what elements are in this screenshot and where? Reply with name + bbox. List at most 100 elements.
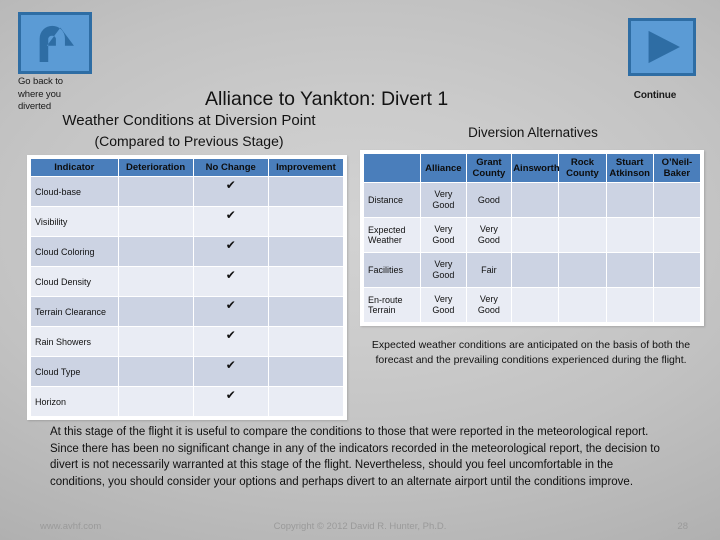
row-label: Horizon xyxy=(31,387,118,416)
page-title: Alliance to Yankton: Divert 1 xyxy=(205,88,449,110)
row-label: Facilities xyxy=(364,253,421,287)
row-label: Terrain Clearance xyxy=(31,297,118,326)
cell-improvement xyxy=(268,387,343,416)
cell-no-change: ✔ xyxy=(193,237,268,266)
cell-improvement xyxy=(268,177,343,206)
cell-grant-county: Very Good xyxy=(466,218,512,252)
column-header-criterion xyxy=(364,154,421,182)
column-header-oneil-baker: O’Neil-Baker xyxy=(653,154,700,182)
go-back-caption: Go back to where you diverted xyxy=(18,76,63,112)
cell-alliance: Very Good xyxy=(421,288,466,322)
cell-no-change: ✔ xyxy=(193,207,268,236)
cell-ainsworth xyxy=(512,218,559,252)
row-label: Cloud-base xyxy=(31,177,118,206)
cell-stuart-atkinson xyxy=(606,218,653,252)
table-row: Visibility ✔ xyxy=(31,207,343,236)
cell-deterioration xyxy=(118,357,193,386)
cell-ainsworth xyxy=(512,288,559,322)
cell-grant-county: Fair xyxy=(466,253,512,287)
continue-button[interactable] xyxy=(628,18,696,76)
cell-alliance: Very Good xyxy=(421,218,466,252)
left-panel-heading: Weather Conditions at Diversion Point xyxy=(62,112,316,129)
cell-improvement xyxy=(268,327,343,356)
continue-label: Continue xyxy=(633,90,677,101)
table-header-row: Indicator Deterioration No Change Improv… xyxy=(31,159,343,176)
expected-weather-note: Expected weather conditions are anticipa… xyxy=(371,339,691,366)
row-label: Rain Showers xyxy=(31,327,118,356)
cell-rock-county xyxy=(559,218,606,252)
play-triangle-icon xyxy=(648,30,680,64)
cell-stuart-atkinson xyxy=(606,183,653,217)
column-header-no-change: No Change xyxy=(193,159,268,176)
weather-conditions-table-frame: Indicator Deterioration No Change Improv… xyxy=(27,155,347,420)
u-turn-arrow-icon xyxy=(39,25,74,62)
cell-deterioration xyxy=(118,207,193,236)
row-label: Visibility xyxy=(31,207,118,236)
cell-deterioration xyxy=(118,267,193,296)
cell-improvement xyxy=(268,357,343,386)
table-row: Cloud Density ✔ xyxy=(31,267,343,296)
column-header-grant-county: Grant County xyxy=(466,154,512,182)
right-panel-heading: Diversion Alternatives xyxy=(468,125,598,140)
cell-oneil-baker xyxy=(653,288,700,322)
weather-conditions-table: Indicator Deterioration No Change Improv… xyxy=(30,158,344,417)
cell-ainsworth xyxy=(512,253,559,287)
diversion-alternatives-table-frame: Alliance Grant County Ainsworth Rock Cou… xyxy=(360,150,704,326)
cell-no-change: ✔ xyxy=(193,357,268,386)
table-row: Distance Very Good Good xyxy=(364,183,700,217)
cell-deterioration xyxy=(118,177,193,206)
table-header-row: Alliance Grant County Ainsworth Rock Cou… xyxy=(364,154,700,182)
row-label: Distance xyxy=(364,183,421,217)
row-label: Expected Weather xyxy=(364,218,421,252)
left-panel-subheading: (Compared to Previous Stage) xyxy=(94,133,284,149)
cell-no-change: ✔ xyxy=(193,327,268,356)
cell-no-change: ✔ xyxy=(193,387,268,416)
cell-improvement xyxy=(268,297,343,326)
table-row: Expected Weather Very Good Very Good xyxy=(364,218,700,252)
column-header-deterioration: Deterioration xyxy=(118,159,193,176)
column-header-alliance: Alliance xyxy=(421,154,466,182)
go-back-button[interactable] xyxy=(18,12,92,74)
cell-improvement xyxy=(268,207,343,236)
cell-no-change: ✔ xyxy=(193,267,268,296)
slide: Go back to where you diverted Continue A… xyxy=(0,0,720,540)
cell-oneil-baker xyxy=(653,253,700,287)
cell-alliance: Very Good xyxy=(421,183,466,217)
row-label: Cloud Type xyxy=(31,357,118,386)
table-row: Cloud Type ✔ xyxy=(31,357,343,386)
row-label: En-route Terrain xyxy=(364,288,421,322)
cell-rock-county xyxy=(559,253,606,287)
cell-rock-county xyxy=(559,183,606,217)
diversion-alternatives-table: Alliance Grant County Ainsworth Rock Cou… xyxy=(363,153,701,323)
cell-oneil-baker xyxy=(653,183,700,217)
table-row: En-route Terrain Very Good Very Good xyxy=(364,288,700,322)
table-row: Facilities Very Good Fair xyxy=(364,253,700,287)
cell-grant-county: Very Good xyxy=(466,288,512,322)
column-header-rock-county: Rock County xyxy=(559,154,606,182)
table-row: Cloud-base ✔ xyxy=(31,177,343,206)
slide-body-note: At this stage of the flight it is useful… xyxy=(50,426,660,488)
cell-deterioration xyxy=(118,297,193,326)
footer-page-number: 28 xyxy=(677,521,688,532)
cell-deterioration xyxy=(118,237,193,266)
table-row: Horizon ✔ xyxy=(31,387,343,416)
column-header-improvement: Improvement xyxy=(268,159,343,176)
column-header-ainsworth: Ainsworth xyxy=(512,154,560,182)
column-header-stuart-atkinson: Stuart Atkinson xyxy=(606,154,653,182)
cell-stuart-atkinson xyxy=(606,253,653,287)
row-label: Cloud Coloring xyxy=(31,237,118,266)
row-label: Cloud Density xyxy=(31,267,118,296)
cell-deterioration xyxy=(118,327,193,356)
table-row: Cloud Coloring ✔ xyxy=(31,237,343,266)
cell-improvement xyxy=(268,237,343,266)
cell-ainsworth xyxy=(512,183,559,217)
footer-copyright: Copyright © 2012 David R. Hunter, Ph.D. xyxy=(273,521,447,532)
cell-grant-county: Good xyxy=(466,183,512,217)
table-row: Terrain Clearance ✔ xyxy=(31,297,343,326)
table-row: Rain Showers ✔ xyxy=(31,327,343,356)
cell-no-change: ✔ xyxy=(193,177,268,206)
cell-alliance: Very Good xyxy=(421,253,466,287)
cell-no-change: ✔ xyxy=(193,297,268,326)
column-header-indicator: Indicator xyxy=(31,159,118,176)
cell-stuart-atkinson xyxy=(606,288,653,322)
